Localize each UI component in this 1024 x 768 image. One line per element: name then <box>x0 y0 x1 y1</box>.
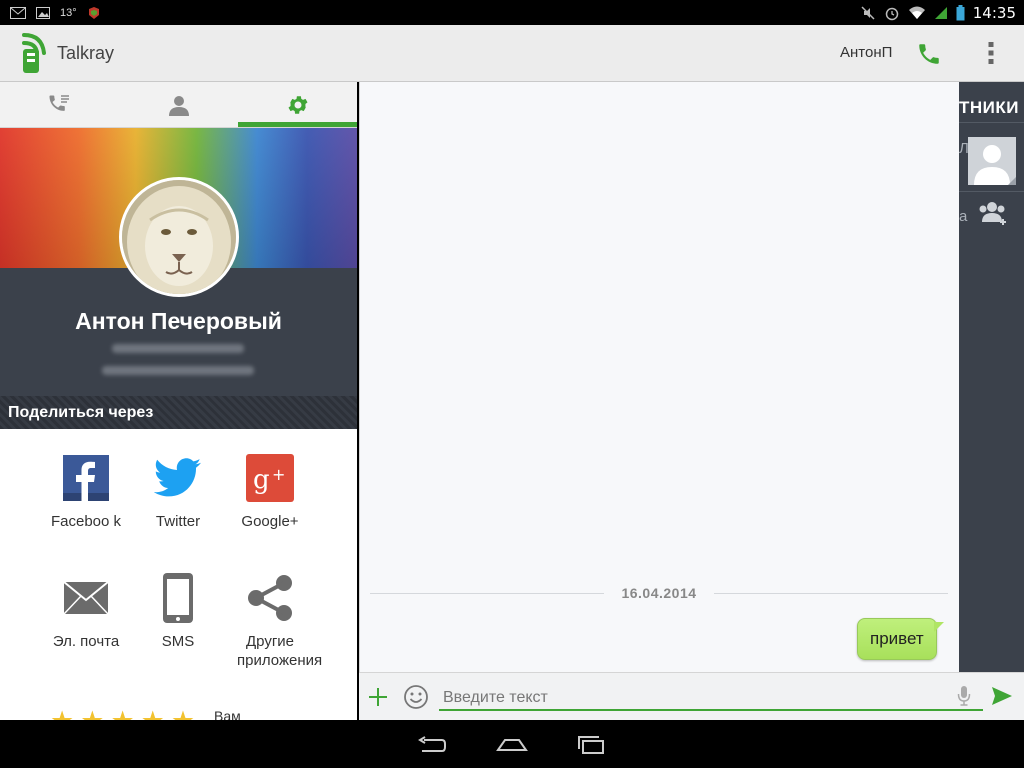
message-input[interactable] <box>439 687 983 711</box>
star-icon[interactable]: ★ <box>80 708 104 721</box>
message-input-bar <box>359 672 1024 721</box>
share-icon <box>246 574 294 622</box>
share-sms-label: SMS <box>161 633 195 650</box>
share-facebook-label: Faceboo k <box>50 513 122 530</box>
temperature: 13° <box>60 7 77 19</box>
drawer-item-label-2: а <box>959 208 968 225</box>
app-notification-icon <box>88 7 99 19</box>
facebook-icon <box>62 454 110 502</box>
message-bubble[interactable]: привет <box>857 618 937 660</box>
svg-text:+: + <box>272 465 285 484</box>
message-bubble-tail <box>934 622 944 632</box>
star-icon[interactable]: ★ <box>141 708 165 721</box>
status-bar-left: 13° <box>10 4 101 22</box>
send-icon[interactable] <box>991 686 1013 706</box>
chat-area: 16.04.2014 привет <box>359 82 960 672</box>
star-icon[interactable]: ★ <box>50 708 74 721</box>
wifi-icon <box>908 6 925 19</box>
emoji-icon[interactable] <box>403 684 429 710</box>
star-icon[interactable]: ★ <box>110 708 134 721</box>
navigation-bar <box>0 720 1024 768</box>
contact-name[interactable]: АнтонП <box>840 44 892 61</box>
share-google-plus-label: Google+ <box>241 513 299 530</box>
default-avatar-icon <box>968 137 1016 185</box>
svg-text:g: g <box>253 465 270 495</box>
tab-bar <box>0 82 357 128</box>
drawer-title: тники <box>959 98 1019 117</box>
drawer-divider <box>959 122 1024 123</box>
tab-settings[interactable] <box>238 82 357 127</box>
call-log-icon <box>49 94 69 111</box>
app-title: Talkray <box>57 43 115 63</box>
drawer-divider-2 <box>959 191 1024 192</box>
share-other-apps[interactable]: Другие приложения <box>222 574 323 670</box>
share-email[interactable]: Эл. почта <box>38 574 134 651</box>
home-icon[interactable] <box>496 738 528 752</box>
phone-icon <box>154 573 202 623</box>
overflow-menu-icon[interactable] <box>987 39 995 67</box>
google-plus-icon: g + <box>246 454 294 502</box>
message-text: привет <box>870 629 924 648</box>
status-bar-right: 14:35 <box>860 2 1016 24</box>
alarm-icon <box>885 7 899 21</box>
tab-call-log[interactable] <box>0 82 119 127</box>
signal-icon <box>934 7 947 19</box>
contact-icon <box>168 95 189 116</box>
gallery-icon <box>36 7 50 19</box>
gmail-icon <box>10 7 26 19</box>
attach-plus-icon[interactable] <box>368 687 388 707</box>
recent-apps-icon[interactable] <box>577 736 605 754</box>
status-bar: 13° 14:35 <box>0 0 1024 25</box>
rating-stars[interactable]: ★ ★ ★ ★ ★ <box>50 708 195 721</box>
twitter-icon <box>154 454 202 502</box>
share-header: Поделиться через <box>0 396 357 429</box>
blurred-phone <box>112 344 244 353</box>
participant-avatar[interactable] <box>968 137 1016 185</box>
share-twitter-label: Twitter <box>155 513 201 530</box>
avatar[interactable] <box>119 177 239 297</box>
microphone-icon[interactable] <box>957 685 971 707</box>
mail-icon <box>62 574 110 622</box>
blurred-email <box>102 366 254 375</box>
call-button[interactable] <box>916 41 942 67</box>
date-separator: 16.04.2014 <box>370 584 948 604</box>
date-separator-text: 16.04.2014 <box>621 585 697 601</box>
lion-avatar-image <box>122 180 236 294</box>
share-header-title: Поделиться через <box>8 404 154 421</box>
rate-label: Вам <box>214 708 241 720</box>
share-email-label: Эл. почта <box>52 633 120 650</box>
share-other-apps-label: Другие приложения <box>237 633 323 669</box>
share-twitter[interactable]: Twitter <box>130 454 226 531</box>
tab-contacts[interactable] <box>119 82 238 127</box>
share-google-plus[interactable]: g + Google+ <box>222 454 318 531</box>
share-sms[interactable]: SMS <box>130 573 226 651</box>
clock: 14:35 <box>972 4 1016 22</box>
settings-icon <box>288 95 307 114</box>
back-icon[interactable] <box>418 736 446 754</box>
profile-panel: Антон Печеровый Поделиться через Faceboo… <box>0 82 357 720</box>
tab-selected-indicator <box>238 122 357 127</box>
star-icon[interactable]: ★ <box>171 708 195 721</box>
add-participant-icon[interactable] <box>976 200 1008 230</box>
battery-icon <box>956 5 965 21</box>
action-bar: Talkray АнтонП <box>0 25 1024 82</box>
participants-drawer: тники Л а <box>959 82 1024 672</box>
profile-name: Антон Печеровый <box>75 308 282 334</box>
mute-icon <box>861 6 875 20</box>
talkray-logo-icon[interactable] <box>18 31 48 77</box>
share-facebook[interactable]: Faceboo k <box>38 454 134 531</box>
